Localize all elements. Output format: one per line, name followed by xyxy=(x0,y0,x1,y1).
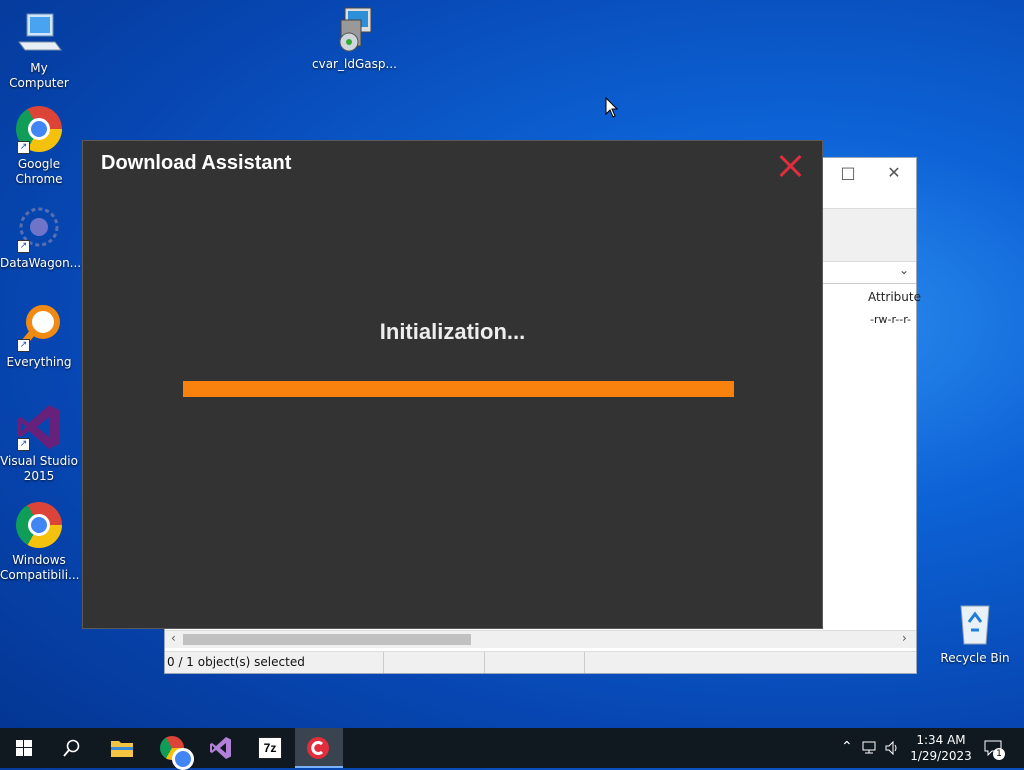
taskbar-file-explorer[interactable] xyxy=(98,728,146,768)
recycle-bin-icon xyxy=(951,600,999,648)
scroll-left-icon[interactable]: ‹ xyxy=(171,631,176,645)
dialog-title: Download Assistant xyxy=(101,152,292,174)
chrome-icon xyxy=(15,502,63,550)
notification-badge: 1 xyxy=(993,748,1005,760)
close-icon[interactable] xyxy=(779,154,803,178)
windows-logo-icon xyxy=(16,740,32,756)
shortcut-arrow-icon: ↗ xyxy=(17,141,30,154)
maximize-button[interactable]: □ xyxy=(825,158,871,188)
visual-studio-icon: ↗ xyxy=(15,403,63,451)
7zip-label: 7z xyxy=(263,741,277,755)
shortcut-arrow-icon: ↗ xyxy=(17,438,30,451)
shortcut-arrow-icon: ↗ xyxy=(17,240,30,253)
speaker-icon xyxy=(885,740,897,756)
taskbar-visual-studio[interactable] xyxy=(197,728,245,768)
status-cell xyxy=(485,652,585,673)
desktop-icon-label: cvar_ldGasp... xyxy=(312,57,397,71)
action-center-button[interactable]: 1 xyxy=(980,728,1010,768)
progress-bar xyxy=(183,381,734,397)
scroll-right-icon[interactable]: › xyxy=(902,631,907,645)
desktop-icon-label: Google Chrome xyxy=(15,157,63,186)
computer-icon xyxy=(15,10,63,58)
desktop-icon-label: DataWagon... xyxy=(0,256,82,270)
desktop-icon-label: Everything xyxy=(6,355,72,369)
taskbar-clock[interactable]: 1:34 AM 1/29/2023 xyxy=(910,732,972,764)
download-assistant-icon xyxy=(307,737,329,759)
chevron-up-icon: ⌃ xyxy=(841,739,853,755)
taskbar: 7z ⌃ 1:34 AM 1/29/2023 1 xyxy=(0,728,1024,770)
desktop-icon-datawagon[interactable]: ↗ DataWagon... xyxy=(0,205,82,271)
desktop-icon-google-chrome[interactable]: ↗ Google Chrome xyxy=(0,106,78,187)
taskbar-7zip[interactable]: 7z xyxy=(246,728,294,768)
status-cell: 0 / 1 object(s) selected xyxy=(165,652,384,673)
desktop-icon-windows-compat[interactable]: Windows Compatibili... xyxy=(0,502,80,583)
status-cell xyxy=(384,652,485,673)
chevron-down-icon[interactable]: ⌄ xyxy=(899,263,909,277)
clock-date: 1/29/2023 xyxy=(910,749,972,763)
chrome-icon xyxy=(160,736,194,770)
horizontal-scrollbar[interactable]: ‹ › xyxy=(165,630,916,648)
desktop-icon-label: My Computer xyxy=(9,61,69,90)
row-attribute-value: -rw-r--r- xyxy=(870,313,912,326)
search-icon xyxy=(63,739,80,757)
desktop-icon-my-computer[interactable]: My Computer xyxy=(0,10,78,91)
magnifier-icon: ↗ xyxy=(15,304,63,352)
scrollbar-thumb[interactable] xyxy=(183,634,471,645)
chrome-icon: ↗ xyxy=(15,106,63,154)
download-assistant-dialog: Download Assistant Initialization... xyxy=(82,140,823,629)
desktop-icon-visual-studio[interactable]: ↗ Visual Studio 2015 xyxy=(0,403,78,484)
tray-show-hidden[interactable]: ⌃ xyxy=(838,728,856,768)
desktop-icon-everything[interactable]: ↗ Everything xyxy=(0,304,78,370)
datawagon-icon: ↗ xyxy=(15,205,63,253)
taskbar-chrome[interactable] xyxy=(148,728,196,770)
start-button[interactable] xyxy=(0,728,48,768)
desktop-icon-recycle-bin[interactable]: Recycle Bin xyxy=(936,600,1014,666)
visual-studio-icon xyxy=(210,737,231,759)
desktop-icon-label: Visual Studio 2015 xyxy=(0,454,78,483)
status-text: Initialization... xyxy=(379,319,526,344)
network-icon xyxy=(862,741,876,754)
taskbar-download-assistant[interactable] xyxy=(295,728,343,768)
column-header-attribute[interactable]: Attribute xyxy=(868,290,921,304)
clock-time: 1:34 AM xyxy=(916,733,966,747)
status-selected-text: 0 / 1 object(s) selected xyxy=(167,655,305,669)
desktop-icon-label: Recycle Bin xyxy=(940,651,1010,665)
shortcut-arrow-icon: ↗ xyxy=(17,339,30,352)
installer-icon xyxy=(327,6,375,54)
tray-network[interactable] xyxy=(860,728,880,768)
mouse-cursor-icon xyxy=(605,97,619,118)
desktop-icon-installer[interactable]: cvar_ldGasp... xyxy=(312,6,397,72)
search-button[interactable] xyxy=(48,728,96,768)
tray-volume[interactable] xyxy=(882,728,902,768)
folder-icon xyxy=(111,741,133,757)
desktop-icon-label: Windows Compatibili... xyxy=(0,553,80,582)
progress-fill xyxy=(183,381,734,397)
close-button[interactable]: ✕ xyxy=(871,158,917,188)
7zip-icon: 7z xyxy=(258,737,282,759)
status-bar: 0 / 1 object(s) selected xyxy=(165,651,916,673)
